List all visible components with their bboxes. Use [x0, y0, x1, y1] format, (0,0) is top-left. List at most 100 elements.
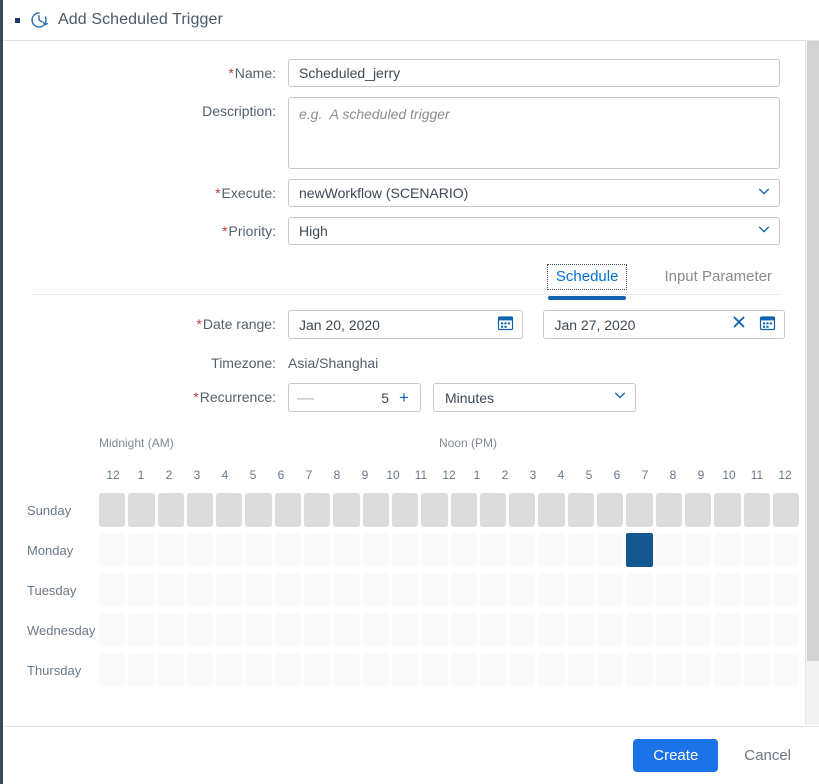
grid-cell[interactable]	[304, 653, 330, 687]
grid-cell[interactable]	[363, 493, 389, 527]
grid-cell[interactable]	[99, 613, 125, 647]
grid-cell[interactable]	[626, 573, 652, 607]
grid-cell[interactable]	[275, 533, 301, 567]
grid-cell[interactable]	[568, 533, 594, 567]
grid-cell[interactable]	[744, 653, 770, 687]
grid-cell[interactable]	[304, 573, 330, 607]
grid-cell[interactable]	[773, 573, 799, 607]
grid-cell[interactable]	[597, 653, 623, 687]
decrement-button[interactable]: —	[297, 389, 313, 406]
grid-cell[interactable]	[128, 653, 154, 687]
grid-cell[interactable]	[773, 533, 799, 567]
grid-cell[interactable]	[392, 533, 418, 567]
grid-cell[interactable]	[597, 573, 623, 607]
scrollbar-thumb[interactable]	[807, 41, 819, 661]
grid-cell[interactable]	[773, 493, 799, 527]
grid-cell[interactable]	[363, 573, 389, 607]
grid-cell[interactable]	[685, 533, 711, 567]
grid-cell[interactable]	[216, 573, 242, 607]
grid-cell[interactable]	[158, 653, 184, 687]
grid-cell[interactable]	[392, 653, 418, 687]
grid-cell[interactable]	[392, 573, 418, 607]
grid-cell[interactable]	[626, 613, 652, 647]
grid-cell[interactable]	[568, 493, 594, 527]
grid-cell[interactable]	[685, 573, 711, 607]
grid-cell[interactable]	[99, 533, 125, 567]
grid-cell[interactable]	[363, 533, 389, 567]
grid-cell[interactable]	[744, 493, 770, 527]
recurrence-unit-select[interactable]: Minutes	[433, 383, 636, 412]
grid-cell[interactable]	[187, 533, 213, 567]
grid-cell[interactable]	[187, 573, 213, 607]
grid-cell[interactable]	[714, 573, 740, 607]
grid-cell[interactable]	[626, 533, 652, 567]
grid-cell[interactable]	[158, 493, 184, 527]
grid-cell[interactable]	[480, 493, 506, 527]
grid-cell[interactable]	[128, 533, 154, 567]
increment-button[interactable]: +	[396, 389, 412, 406]
grid-cell[interactable]	[304, 613, 330, 647]
grid-cell[interactable]	[187, 613, 213, 647]
grid-cell[interactable]	[333, 533, 359, 567]
grid-cell[interactable]	[480, 573, 506, 607]
cancel-button[interactable]: Cancel	[740, 739, 795, 772]
grid-cell[interactable]	[597, 533, 623, 567]
grid-cell[interactable]	[158, 533, 184, 567]
grid-cell[interactable]	[744, 533, 770, 567]
grid-cell[interactable]	[421, 493, 447, 527]
grid-cell[interactable]	[392, 613, 418, 647]
grid-cell[interactable]	[538, 653, 564, 687]
grid-cell[interactable]	[538, 493, 564, 527]
grid-cell[interactable]	[392, 493, 418, 527]
grid-cell[interactable]	[685, 493, 711, 527]
tab-schedule[interactable]: Schedule	[548, 265, 627, 289]
grid-cell[interactable]	[99, 493, 125, 527]
close-icon[interactable]	[731, 314, 759, 335]
grid-cell[interactable]	[568, 653, 594, 687]
grid-cell[interactable]	[626, 653, 652, 687]
grid-cell[interactable]	[744, 613, 770, 647]
grid-cell[interactable]	[128, 613, 154, 647]
grid-cell[interactable]	[421, 573, 447, 607]
grid-cell[interactable]	[451, 493, 477, 527]
grid-cell[interactable]	[275, 653, 301, 687]
grid-cell[interactable]	[187, 493, 213, 527]
grid-cell[interactable]	[480, 653, 506, 687]
grid-cell[interactable]	[538, 573, 564, 607]
description-textarea[interactable]	[288, 97, 780, 169]
grid-cell[interactable]	[216, 653, 242, 687]
grid-cell[interactable]	[480, 533, 506, 567]
grid-cell[interactable]	[158, 613, 184, 647]
end-date-input[interactable]: Jan 27, 2020	[543, 310, 785, 339]
tab-input-parameter[interactable]: Input Parameter	[656, 265, 780, 289]
grid-cell[interactable]	[656, 613, 682, 647]
grid-cell[interactable]	[685, 613, 711, 647]
grid-cell[interactable]	[656, 533, 682, 567]
grid-cell[interactable]	[656, 573, 682, 607]
grid-cell[interactable]	[626, 493, 652, 527]
grid-cell[interactable]	[773, 613, 799, 647]
grid-cell[interactable]	[99, 573, 125, 607]
grid-cell[interactable]	[451, 533, 477, 567]
grid-cell[interactable]	[685, 653, 711, 687]
grid-cell[interactable]	[656, 493, 682, 527]
grid-cell[interactable]	[568, 573, 594, 607]
grid-cell[interactable]	[245, 613, 271, 647]
grid-cell[interactable]	[656, 653, 682, 687]
grid-cell[interactable]	[509, 613, 535, 647]
grid-cell[interactable]	[538, 613, 564, 647]
execute-select[interactable]: newWorkflow (SCENARIO)	[288, 179, 780, 207]
grid-cell[interactable]	[216, 493, 242, 527]
priority-select[interactable]: High	[288, 217, 780, 245]
grid-cell[interactable]	[275, 573, 301, 607]
grid-cell[interactable]	[275, 493, 301, 527]
grid-cell[interactable]	[245, 573, 271, 607]
grid-cell[interactable]	[158, 573, 184, 607]
grid-cell[interactable]	[421, 613, 447, 647]
grid-cell[interactable]	[363, 613, 389, 647]
recurrence-value[interactable]: 5	[313, 390, 396, 406]
grid-cell[interactable]	[451, 573, 477, 607]
grid-cell[interactable]	[128, 573, 154, 607]
calendar-icon[interactable]	[759, 314, 776, 336]
grid-cell[interactable]	[714, 653, 740, 687]
